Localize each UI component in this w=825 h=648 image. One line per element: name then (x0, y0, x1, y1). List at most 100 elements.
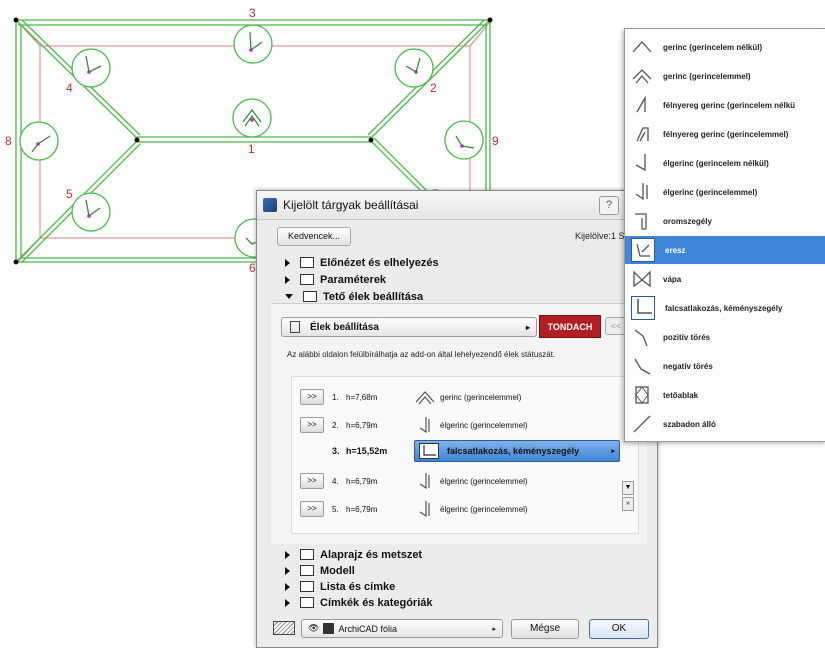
tondach-logo: TONDACH (539, 315, 601, 338)
edge-settings-dropdown[interactable]: Élek beállítása ▸ (281, 317, 537, 337)
edge-height: h=7,68m (346, 392, 378, 402)
menu-item-ridge-with-element[interactable]: gerinc (gerincelemmel) (625, 62, 825, 90)
chevron-right-icon: ▸ (492, 625, 496, 633)
cancel-button[interactable]: Mégse (511, 619, 579, 639)
menu-item-negative-break[interactable]: negatív törés (625, 352, 825, 380)
override-note: Az alábbi oldalon felülbírálhatja az add… (287, 350, 556, 359)
menu-item-label: félnyereg gerinc (gerincelem nélkü (663, 100, 796, 110)
edge-row-4[interactable]: >> 4. h=6,79m élgerinc (gerincelemmel) (292, 471, 622, 491)
edge-type: gerinc (gerincelemmel) (440, 392, 522, 402)
edge-height: h=15,52m (346, 446, 388, 456)
collapse-arrow-icon (285, 294, 293, 299)
menu-item-valley[interactable]: vápa (625, 265, 825, 293)
chevron-right-icon: ▸ (611, 448, 615, 455)
menu-item-half-ridge-with-element[interactable]: félnyereg gerinc (gerincelemmel) (625, 120, 825, 148)
edge-index: 1. (332, 392, 339, 402)
book-icon (290, 321, 300, 333)
section-list-label[interactable]: Lista és címke (285, 579, 395, 594)
menu-item-roof-window[interactable]: tetőablak (625, 381, 825, 409)
archicad-app-icon (263, 198, 277, 212)
menu-item-label: gerinc (gerincelem nélkül) (663, 42, 763, 52)
selection-settings-dialog: Kijelölt tárgyak beállításai ? Kedvencek… (256, 190, 658, 648)
section-label: Modell (320, 564, 355, 577)
edge-row-5[interactable]: >> 5. h=6,79m élgerinc (gerincelemmel) (292, 499, 622, 519)
section-floorplan-section[interactable]: Alaprajz és metszet (285, 547, 422, 562)
help-button[interactable]: ? (599, 196, 619, 215)
tags-icon (300, 597, 314, 608)
expand-arrow-icon (285, 598, 290, 607)
scroll-down-icon[interactable]: ▼ (622, 481, 634, 495)
edge-type-menu: gerinc (gerincelem nélkül) gerinc (gerin… (624, 28, 825, 442)
edge-height: h=6,79m (346, 420, 378, 430)
section-label: Paraméterek (320, 273, 387, 286)
free-standing-icon (633, 415, 651, 433)
edge-row-1[interactable]: >> 1. h=7,68m gerinc (gerincelemmel) (292, 387, 622, 407)
goto-button[interactable]: >> (300, 501, 324, 517)
expand-arrow-icon (285, 550, 290, 559)
section-tags-categories[interactable]: Címkék és kategóriák (285, 595, 433, 610)
edge-index: 4. (332, 476, 339, 486)
section-preview-placement[interactable]: Előnézet és elhelyezés (285, 255, 439, 270)
goto-button[interactable]: >> (300, 473, 324, 489)
menu-item-hip[interactable]: élgerinc (gerincelem nélkül) (625, 149, 825, 177)
edge-label-2: 2 (430, 81, 437, 95)
menu-item-label: gerinc (gerincelemmel) (663, 71, 751, 81)
edge-settings-label: Élek beállítása (310, 321, 379, 333)
section-label: Címkék és kategóriák (320, 596, 433, 609)
edge-symbol-2 (394, 48, 434, 88)
edge-label-8: 8 (5, 134, 12, 148)
pen-icon[interactable] (273, 621, 295, 635)
half-ridge-with-element-icon (636, 127, 649, 142)
valley-icon (633, 270, 651, 288)
edge-type-dropdown[interactable]: falcsatlakozás, kéményszegély ▸ (414, 440, 620, 462)
edge-type: élgerinc (gerincelemmel) (440, 420, 528, 430)
menu-item-label: élgerinc (gerincelem nélkül) (663, 158, 769, 168)
ridge-with-element-icon (632, 69, 652, 84)
goto-button[interactable]: >> (300, 417, 324, 433)
dialog-footer: 👁 ArchiCAD fólia ▸ Mégse OK (257, 611, 657, 647)
menu-item-label: oromszegély (663, 216, 712, 226)
menu-item-label: élgerinc (gerincelemmel) (663, 187, 758, 197)
ridge-with-element-icon (415, 391, 435, 405)
menu-item-hip-with-element[interactable]: élgerinc (gerincelemmel) (625, 178, 825, 206)
edge-type: élgerinc (gerincelemmel) (440, 504, 528, 514)
ok-button[interactable]: OK (589, 619, 649, 639)
menu-item-positive-break[interactable]: pozitív törés (625, 323, 825, 351)
menu-item-free-standing[interactable]: szabadon álló (625, 410, 825, 438)
edge-type: falcsatlakozás, kéményszegély (447, 446, 580, 456)
scroll-end-icon[interactable]: » (622, 497, 634, 511)
edge-index: 5. (332, 504, 339, 514)
menu-item-wall-connection[interactable]: falcsatlakozás, kéményszegély (625, 294, 825, 322)
favorites-button[interactable]: Kedvencek... (277, 227, 351, 246)
edge-label-4: 4 (66, 81, 73, 95)
section-label: Előnézet és elhelyezés (320, 256, 439, 269)
menu-item-label: pozitív törés (663, 332, 711, 342)
edge-label-5: 5 (66, 187, 73, 201)
edge-row-2[interactable]: >> 2. h=6,79m élgerinc (gerincelemmel) (292, 415, 622, 435)
hip-icon (635, 154, 646, 172)
menu-item-label: félnyereg gerinc (gerincelemmel) (663, 129, 789, 139)
menu-item-half-ridge[interactable]: félnyereg gerinc (gerincelem nélkü (625, 91, 825, 119)
dialog-titlebar[interactable]: Kijelölt tárgyak beállításai ? (257, 191, 657, 220)
menu-item-ridge[interactable]: gerinc (gerincelem nélkül) (625, 33, 825, 61)
edge-index: 3. (332, 446, 340, 456)
menu-item-verge[interactable]: oromszegély (625, 207, 825, 235)
ridge-icon (632, 41, 652, 53)
layer-dropdown[interactable]: 👁 ArchiCAD fólia ▸ (301, 619, 503, 638)
negative-break-icon (634, 358, 651, 375)
menu-item-label: szabadon álló (663, 419, 716, 429)
edge-type: élgerinc (gerincelemmel) (440, 476, 528, 486)
edge-row-3[interactable]: 3. h=15,52m falcsatlakozás, kéményszegél… (292, 440, 622, 462)
expand-arrow-icon (285, 582, 290, 591)
section-label: Lista és címke (320, 580, 396, 593)
section-parameters[interactable]: Paraméterek (285, 272, 386, 287)
roof-edges-panel: Élek beállítása ▸ TONDACH << Az alábbi o… (271, 303, 647, 544)
hip-with-element-icon (419, 473, 430, 490)
edge-symbol-8 (19, 121, 59, 161)
section-roof-edges[interactable]: Tető élek beállítása (285, 289, 423, 304)
positive-break-icon (634, 329, 648, 347)
menu-item-eaves[interactable]: eresz (625, 236, 825, 264)
section-model[interactable]: Modell (285, 563, 355, 578)
goto-button[interactable]: >> (300, 389, 324, 405)
chevron-right-icon: ▸ (525, 322, 530, 332)
